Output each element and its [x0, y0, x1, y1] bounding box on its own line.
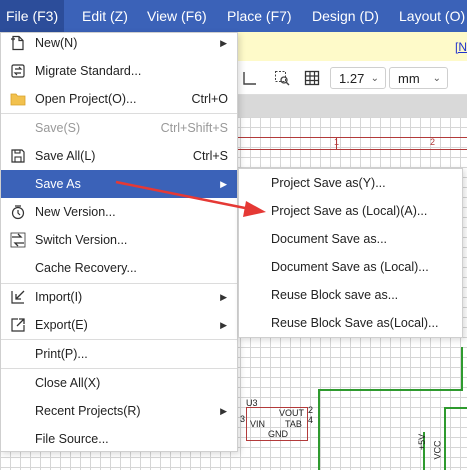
menu-item-save-as[interactable]: Save As ▶ [1, 170, 237, 198]
pin-gnd-label: GND [268, 429, 288, 439]
chevron-right-icon: ▶ [220, 320, 227, 330]
submenu-item-label: Reuse Block Save as(Local)... [271, 316, 439, 330]
migrate-icon [11, 64, 25, 78]
pin-number-4: 4 [308, 415, 314, 425]
menu-edit[interactable]: Edit (Z) [82, 8, 128, 24]
menu-view[interactable]: View (F6) [147, 8, 207, 24]
pin-number-2: 2 [308, 405, 314, 415]
submenu-item-label: Project Save as(Y)... [271, 176, 386, 190]
pin-tab-label: TAB [285, 419, 302, 429]
new-version-icon [11, 205, 25, 220]
menu-item-shortcut: Ctrl+O [191, 92, 228, 106]
save-as-submenu: Project Save as(Y)... Project Save as (L… [238, 168, 463, 338]
menu-item-recent-projects[interactable]: Recent Projects(R) ▶ [1, 397, 237, 425]
editor-toolbar: 1.27 ⌄ mm ⌄ [238, 62, 467, 95]
menu-item-new-version[interactable]: New Version... [1, 198, 237, 226]
menu-design[interactable]: Design (D) [312, 8, 379, 24]
menu-file[interactable]: File (F3) [0, 0, 65, 32]
new-file-icon [11, 35, 24, 51]
pin-vout-label: VOUT [279, 408, 305, 418]
submenu-item-reuse-block-save-as-local[interactable]: Reuse Block Save as(Local)... [239, 309, 462, 337]
grid-icon[interactable] [304, 70, 320, 86]
chevron-right-icon: ▶ [220, 292, 227, 302]
grid-size-select[interactable]: 1.27 ⌄ [330, 67, 386, 89]
menu-item-close-all[interactable]: Close All(X) [1, 369, 237, 397]
frame-border-top-2 [238, 149, 467, 150]
ruler-strip [238, 95, 467, 117]
unit-select[interactable]: mm ⌄ [389, 67, 448, 89]
chevron-down-icon: ⌄ [370, 73, 379, 84]
import-icon [11, 290, 25, 304]
ruler-number-2: 2 [430, 137, 436, 147]
pin-vin-label: VIN [250, 419, 266, 429]
menu-item-label: Close All(X) [35, 376, 101, 390]
menu-item-save[interactable]: Save(S) Ctrl+Shift+S [1, 114, 237, 142]
grid-size-value: 1.27 [339, 71, 365, 86]
submenu-item-document-save-as[interactable]: Document Save as... [239, 225, 462, 253]
submenu-item-document-save-as-local[interactable]: Document Save as (Local)... [239, 253, 462, 281]
menu-item-label: Cache Recovery... [35, 261, 137, 275]
menu-item-save-all[interactable]: Save All(L) Ctrl+S [1, 142, 237, 170]
menu-item-cache-recovery[interactable]: Cache Recovery... [1, 254, 237, 282]
folder-icon [10, 93, 26, 106]
document-tab-bar: [N [238, 32, 467, 61]
menu-place[interactable]: Place (F7) [227, 8, 292, 24]
submenu-item-project-save-as[interactable]: Project Save as(Y)... [239, 169, 462, 197]
wire-4 [444, 407, 467, 409]
net-5v-label: +5V [417, 433, 428, 451]
menu-item-label: Save As [35, 177, 81, 191]
menu-layout[interactable]: Layout (O) [399, 8, 465, 24]
submenu-item-label: Project Save as (Local)(A)... [271, 204, 428, 218]
menu-item-label: Migrate Standard... [35, 64, 142, 78]
menu-item-label: Open Project(O)... [35, 92, 137, 106]
menu-bar: File (F3) Edit (Z) View (F6) Place (F7) … [0, 0, 467, 32]
menu-item-label: Save All(L) [35, 149, 96, 163]
wire-3 [461, 347, 463, 391]
chevron-down-icon: ⌄ [432, 73, 441, 84]
component-ref: U3 [246, 398, 258, 408]
document-tab[interactable]: [N [455, 40, 467, 54]
menu-item-label: Recent Projects(R) [35, 404, 141, 418]
submenu-item-reuse-block-save-as[interactable]: Reuse Block save as... [239, 281, 462, 309]
export-icon [11, 318, 25, 332]
submenu-item-project-save-as-local[interactable]: Project Save as (Local)(A)... [239, 197, 462, 225]
menu-item-new[interactable]: New(N) ▶ [1, 29, 237, 57]
menu-item-label: Switch Version... [35, 233, 128, 247]
unit-value: mm [398, 71, 420, 86]
wire-2 [318, 389, 320, 470]
toolbar-partial-icon[interactable] [242, 70, 258, 86]
menu-item-label: Save(S) [35, 121, 81, 135]
pin-number-3: 3 [240, 414, 246, 424]
zoom-area-icon[interactable] [274, 70, 290, 86]
save-icon [11, 149, 25, 163]
menu-item-migrate-standard[interactable]: Migrate Standard... [1, 57, 237, 85]
menu-item-file-source[interactable]: File Source... [1, 425, 237, 453]
chevron-right-icon: ▶ [220, 406, 227, 416]
wire-1 [318, 389, 463, 391]
submenu-item-label: Document Save as... [271, 232, 388, 246]
menu-item-switch-version[interactable]: Switch Version... [1, 226, 237, 254]
menu-item-label: Export(E) [35, 318, 88, 332]
menu-item-label: New Version... [35, 205, 116, 219]
submenu-item-label: Reuse Block save as... [271, 288, 399, 302]
wire-5 [444, 407, 446, 470]
menu-item-label: Print(P)... [35, 347, 88, 361]
file-menu: New(N) ▶ Migrate Standard... Open Projec… [0, 32, 238, 452]
menu-item-label: Import(I) [35, 290, 83, 304]
menu-item-print[interactable]: Print(P)... [1, 340, 237, 368]
menu-item-label: New(N) [35, 36, 78, 50]
submenu-item-label: Document Save as (Local)... [271, 260, 429, 274]
menu-item-shortcut: Ctrl+S [192, 149, 228, 163]
menu-item-import[interactable]: Import(I) ▶ [1, 283, 237, 311]
menu-item-label: File Source... [35, 432, 109, 446]
chevron-right-icon: ▶ [220, 179, 227, 189]
menu-item-export[interactable]: Export(E) ▶ [1, 311, 237, 339]
switch-version-icon [10, 232, 26, 248]
ruler-number-1: 1 [334, 137, 340, 147]
net-vcc-label: VCC [432, 440, 443, 460]
menu-item-open-project[interactable]: Open Project(O)... Ctrl+O [1, 85, 237, 113]
menu-item-shortcut: Ctrl+Shift+S [160, 121, 228, 135]
chevron-right-icon: ▶ [220, 38, 227, 48]
